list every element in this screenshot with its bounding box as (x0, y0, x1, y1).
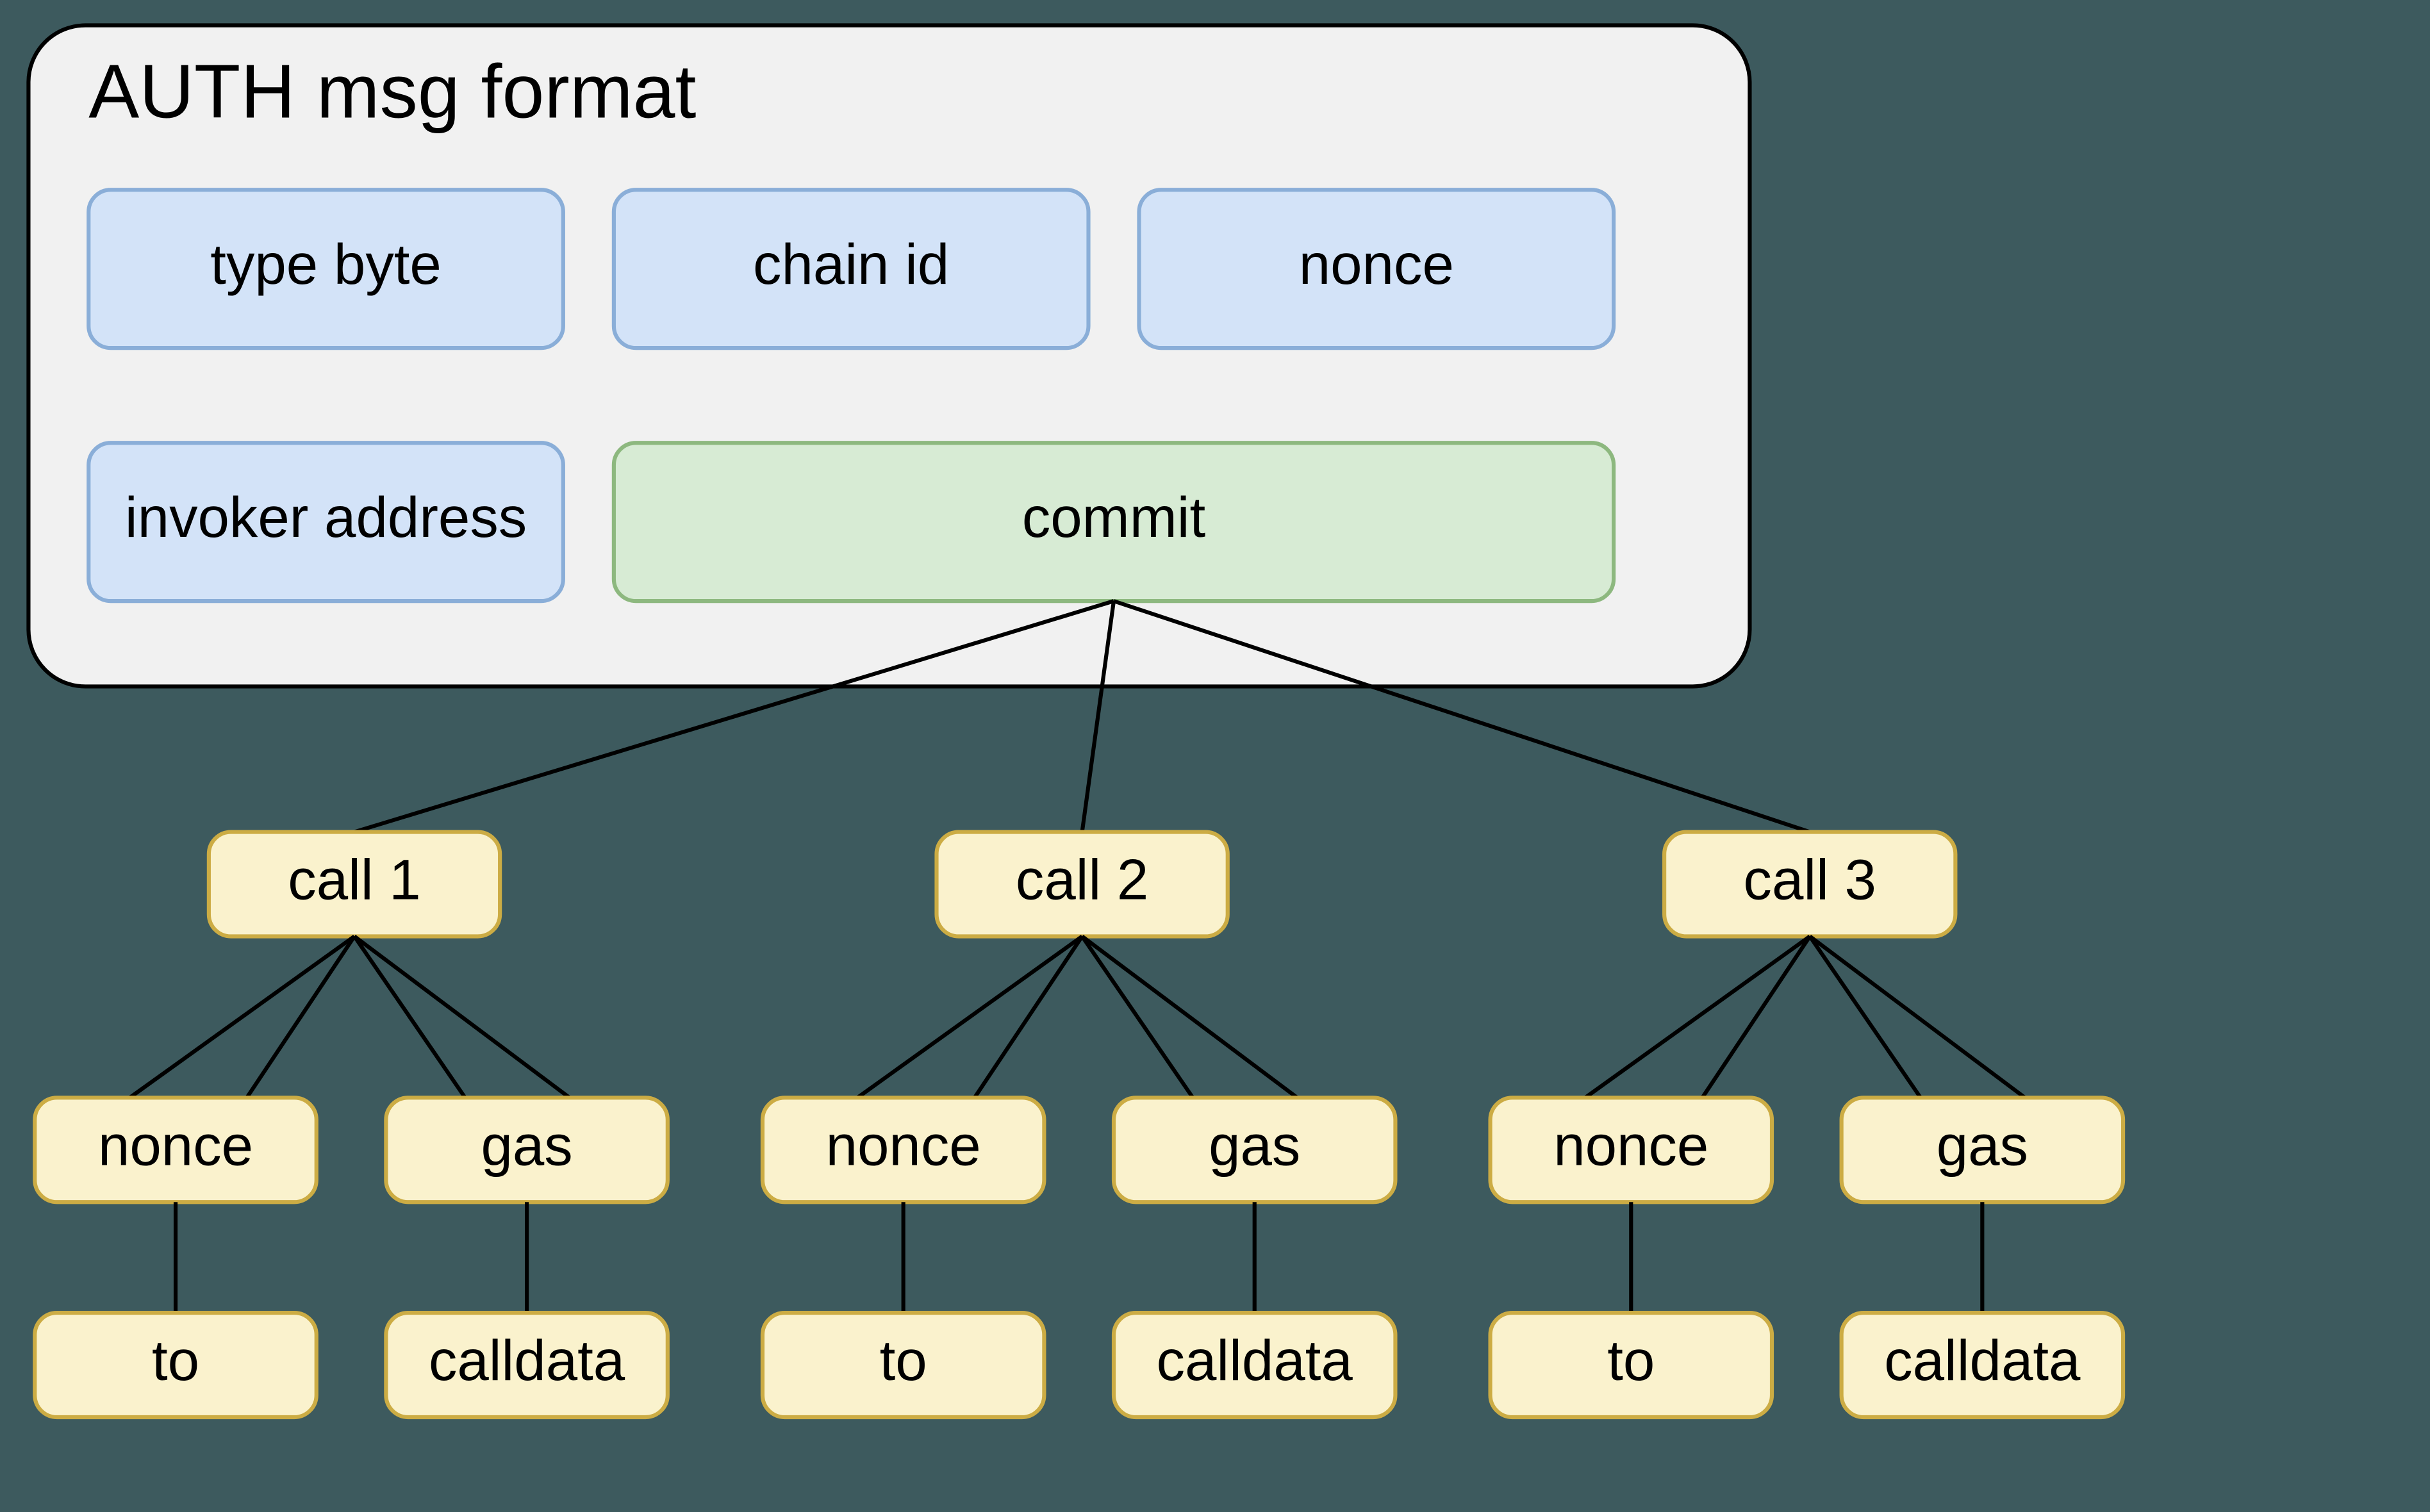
call-3-calldata-label: calldata (1884, 1329, 2081, 1392)
call-2-calldata-label: calldata (1157, 1329, 1353, 1392)
edge-call1-gas (354, 937, 465, 1098)
edge-call2-gas (1082, 937, 1193, 1098)
call-1-gas: gas (386, 1097, 667, 1202)
call-1: call 1 (209, 832, 500, 937)
call-3-gas: gas (1842, 1097, 2123, 1202)
title-text: AUTH msg format (88, 50, 696, 135)
edge-call1-calldata (354, 937, 570, 1098)
call-2-gas-label: gas (1209, 1113, 1300, 1177)
auth-msg-format-title: AUTH msg format (88, 50, 696, 135)
chain-id-field: chain id (614, 190, 1089, 348)
call-1-calldata-label: calldata (429, 1329, 625, 1392)
call-1-to-label: to (152, 1329, 199, 1392)
call-2-to: to (763, 1313, 1044, 1417)
call-1-label: call 1 (288, 848, 420, 912)
type-byte-label: type byte (210, 233, 442, 296)
commit-label: commit (1022, 486, 1206, 549)
call-3-nonce: nonce (1491, 1097, 1772, 1202)
call-3-to-label: to (1607, 1329, 1655, 1392)
call-3-nonce-label: nonce (1553, 1113, 1708, 1177)
call-1-to: to (35, 1313, 316, 1417)
edge-call2-to (975, 937, 1082, 1098)
call-3-calldata: calldata (1842, 1313, 2123, 1417)
call-2-gas: gas (1114, 1097, 1395, 1202)
call-2-nonce-label: nonce (826, 1113, 981, 1177)
edge-call2-calldata (1082, 937, 1298, 1098)
call-3-gas-label: gas (1937, 1113, 2028, 1177)
edge-call3-to (1702, 937, 1810, 1098)
call-2-to-label: to (880, 1329, 927, 1392)
commit-field: commit (614, 443, 1614, 601)
call-3: call 3 (1664, 832, 1955, 937)
diagram-root: AUTH msg format type byte chain id nonce… (0, 0, 2430, 1512)
call-2: call 2 (937, 832, 1228, 937)
call-3-to: to (1491, 1313, 1772, 1417)
call-1-nonce: nonce (35, 1097, 316, 1202)
invoker-address-label: invoker address (125, 486, 527, 549)
call-1-nonce-label: nonce (98, 1113, 253, 1177)
edge-call3-calldata (1810, 937, 2025, 1098)
invoker-address-field: invoker address (88, 443, 563, 601)
nonce-label: nonce (1299, 233, 1454, 296)
edge-call1-nonce (129, 937, 354, 1098)
call-2-nonce: nonce (763, 1097, 1044, 1202)
edge-call3-gas (1810, 937, 1921, 1098)
chain-id-label: chain id (753, 233, 949, 296)
call-2-label: call 2 (1016, 848, 1148, 912)
call-2-calldata: calldata (1114, 1313, 1395, 1417)
edge-call1-to (247, 937, 354, 1098)
call-1-calldata: calldata (386, 1313, 667, 1417)
edge-call3-nonce (1585, 937, 1810, 1098)
nonce-field: nonce (1139, 190, 1614, 348)
call-1-gas-label: gas (481, 1113, 572, 1177)
type-byte-field: type byte (88, 190, 563, 348)
call-3-label: call 3 (1744, 848, 1876, 912)
edge-call2-nonce (857, 937, 1082, 1098)
